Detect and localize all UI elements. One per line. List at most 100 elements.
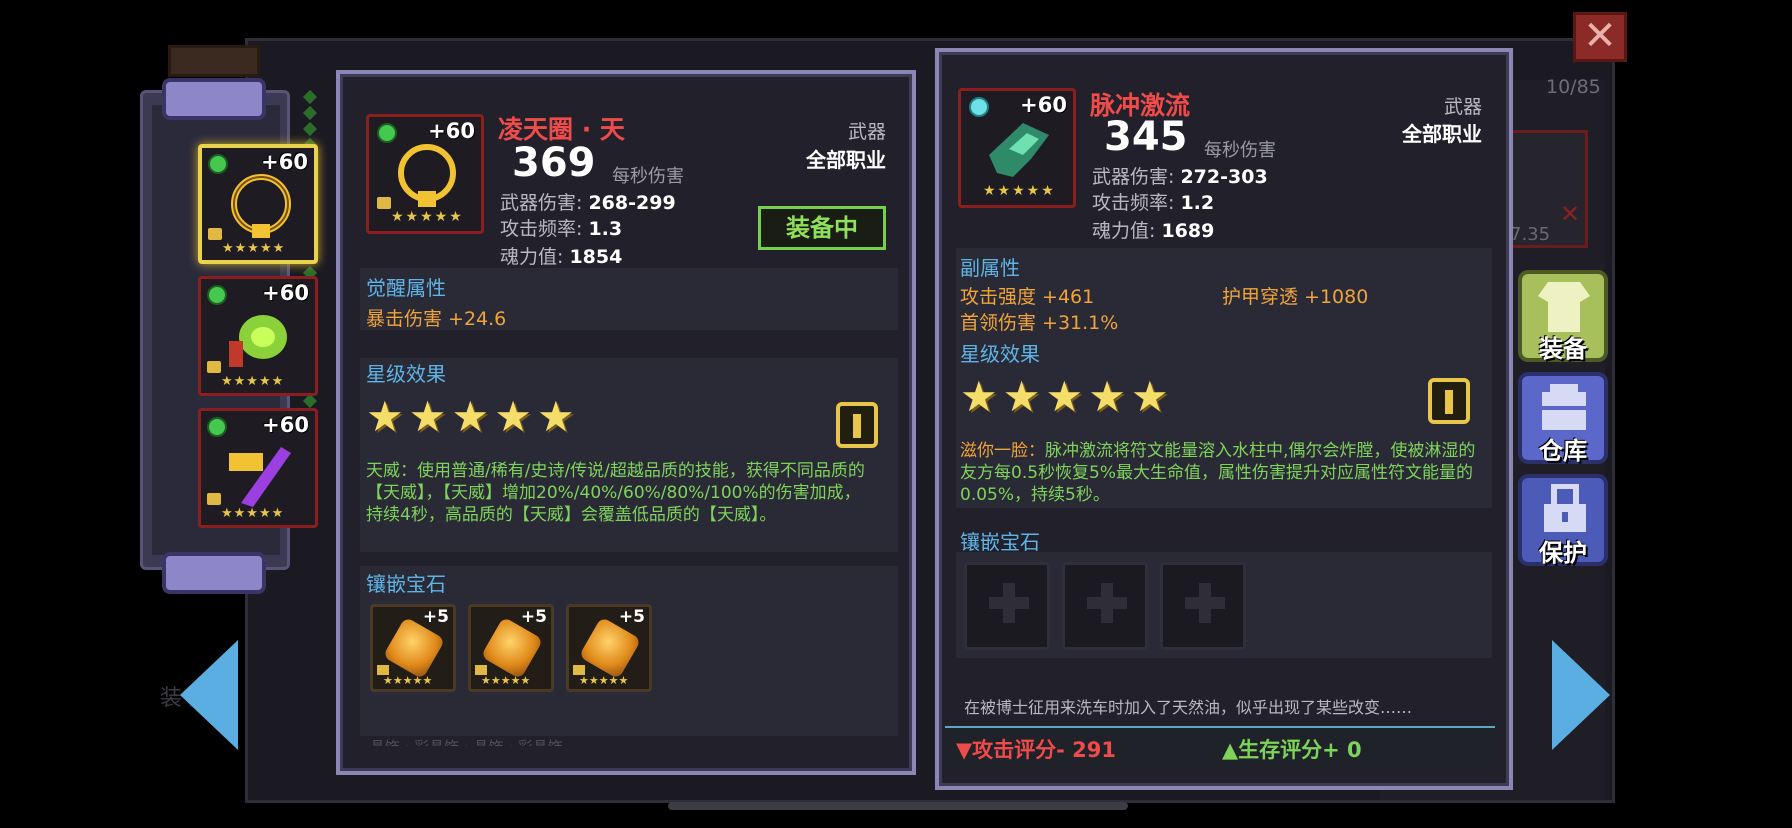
item-dps: 369 bbox=[512, 140, 596, 186]
item-stars: ★★★★★ bbox=[391, 209, 464, 225]
item-stars: ★★★★★ bbox=[983, 183, 1056, 199]
item-slot-claw[interactable]: +60 ★★★★★ bbox=[198, 276, 318, 396]
gem-stars: ★★★★★ bbox=[383, 674, 433, 687]
star-icon: ★ bbox=[494, 392, 532, 441]
quality-gem-icon bbox=[969, 97, 989, 117]
star-description: 天威：使用普通/稀有/史诗/传说/超越品质的技能，获得不同品质的【天威】，【天威… bbox=[366, 461, 865, 525]
background-item-x-icon: ✕ bbox=[1560, 200, 1581, 228]
item-slot-ring[interactable]: +60 ★★★★★ bbox=[198, 144, 318, 264]
empty-gem-slot[interactable] bbox=[964, 562, 1050, 650]
previous-arrow-icon[interactable] bbox=[180, 640, 240, 750]
gem-slot[interactable]: +5 ★★★★★ bbox=[566, 604, 652, 692]
slot-stars: ★★★★★ bbox=[221, 374, 285, 389]
star-title: 星级效果 bbox=[366, 362, 446, 386]
star-icon: ★ bbox=[366, 392, 404, 441]
stat-weapon-damage: 武器伤害: 272-303 bbox=[1092, 166, 1268, 188]
awaken-title: 觉醒属性 bbox=[366, 276, 446, 300]
sub-stat: 首领伤害 +31.1% bbox=[960, 312, 1119, 334]
star-title: 星级效果 bbox=[960, 342, 1040, 366]
survive-score: ▲生存评分+ 0 bbox=[1222, 738, 1362, 762]
stat-soul-power: 魂力值: 1854 bbox=[500, 246, 623, 268]
dps-label: 每秒伤害 bbox=[612, 166, 684, 187]
stat-attack-rate: 攻击频率: 1.3 bbox=[500, 218, 623, 240]
star-icon: ★ bbox=[1002, 372, 1041, 421]
item-slot-sword[interactable]: +60 ★★★★★ bbox=[198, 408, 318, 528]
star-description: 滋你一脸：脉冲激流将符文能量溶入水柱中,偶尔会炸膛，使被淋湿的友方每0.5秒恢复… bbox=[960, 440, 1480, 506]
lock-icon bbox=[1544, 484, 1586, 532]
lock-icon bbox=[377, 197, 391, 209]
info-icon[interactable] bbox=[1428, 378, 1470, 424]
protect-label: 保护 bbox=[1539, 539, 1587, 567]
equipped-badge: 装备中 bbox=[758, 206, 886, 250]
horizontal-scrollbar[interactable] bbox=[668, 802, 1128, 810]
dps-label: 每秒伤害 bbox=[1204, 140, 1276, 161]
gem-slot[interactable]: +5 ★★★★★ bbox=[370, 604, 456, 692]
equipped-item-icon[interactable]: +60 ★★★★★ bbox=[366, 114, 484, 234]
gem-stars: ★★★★★ bbox=[481, 674, 531, 687]
gem-level: +5 bbox=[422, 607, 449, 627]
ring-weapon-icon bbox=[398, 144, 456, 207]
sub-stat: 护甲穿透 +1080 bbox=[1222, 286, 1369, 308]
attack-score: ▼攻击评分- 291 bbox=[956, 738, 1117, 762]
awaken-stat: 暴击伤害 +24.6 bbox=[366, 308, 507, 330]
compare-item-icon[interactable]: +60 ★★★★★ bbox=[958, 88, 1076, 208]
quality-gem-icon bbox=[377, 123, 397, 143]
sub-stat: 攻击强度 +461 bbox=[960, 286, 1095, 308]
plus-icon bbox=[1185, 583, 1225, 623]
star-icon: ★ bbox=[537, 392, 575, 441]
rail-cap bbox=[168, 45, 260, 77]
gem-slot[interactable]: +5 ★★★★★ bbox=[468, 604, 554, 692]
info-icon[interactable] bbox=[836, 402, 878, 448]
stat-weapon-damage: 武器伤害: 268-299 bbox=[500, 192, 676, 214]
item-level: +60 bbox=[428, 119, 475, 143]
close-button[interactable]: ✕ bbox=[1573, 12, 1627, 62]
star-icon: ★ bbox=[1045, 372, 1084, 421]
lock-icon bbox=[208, 228, 222, 240]
gem-title: 镶嵌宝石 bbox=[960, 530, 1040, 554]
sub-attr-title: 副属性 bbox=[960, 256, 1020, 280]
cut-off-text: 晶饰 · 彩晶饰 · 晶饰 · 彩晶饰 bbox=[370, 736, 563, 746]
star-desc-prefix: 滋你一脸： bbox=[960, 441, 1045, 461]
equip-button[interactable]: 装备 bbox=[1518, 270, 1608, 363]
storage-button[interactable]: 仓库 bbox=[1518, 372, 1608, 465]
storage-box-icon bbox=[1542, 384, 1586, 430]
gem-level: +5 bbox=[618, 607, 645, 627]
protect-button[interactable]: 保护 bbox=[1518, 474, 1608, 567]
gem-stars: ★★★★★ bbox=[579, 674, 629, 687]
empty-gem-slot[interactable] bbox=[1160, 562, 1246, 650]
background-item-value: 7.35 bbox=[1510, 224, 1551, 245]
inventory-count: 10/85 bbox=[1546, 76, 1601, 98]
scroll-down-button[interactable] bbox=[162, 552, 266, 594]
storage-label: 仓库 bbox=[1539, 437, 1587, 465]
next-arrow-icon[interactable] bbox=[1550, 640, 1610, 750]
star-icon: ★ bbox=[1088, 372, 1126, 421]
gun-weapon-icon bbox=[989, 123, 1049, 177]
item-class: 全部职业 bbox=[1402, 122, 1482, 146]
plus-icon bbox=[1087, 583, 1127, 623]
stat-soul-power: 魂力值: 1689 bbox=[1092, 220, 1215, 242]
gem-title: 镶嵌宝石 bbox=[366, 572, 446, 596]
stat-attack-rate: 攻击频率: 1.2 bbox=[1092, 192, 1215, 214]
flavor-text: 在被博士征用来洗车时加入了天然油，似乎出现了某些改变…… bbox=[964, 698, 1413, 717]
star-rating: ★ ★ ★ ★ ★ bbox=[366, 392, 575, 441]
star-icon: ★ bbox=[960, 372, 998, 421]
ring-weapon-icon bbox=[231, 174, 291, 238]
scroll-up-button[interactable] bbox=[162, 78, 266, 120]
star-icon: ★ bbox=[408, 392, 447, 441]
star-icon: ★ bbox=[451, 392, 490, 441]
plus-icon bbox=[989, 583, 1029, 623]
item-type: 武器 bbox=[1443, 96, 1482, 118]
gem-level: +5 bbox=[520, 607, 547, 627]
lock-icon bbox=[207, 493, 221, 505]
empty-gem-slot[interactable] bbox=[1062, 562, 1148, 650]
slot-stars: ★★★★★ bbox=[221, 506, 285, 521]
slot-stars: ★★★★★ bbox=[222, 241, 286, 256]
item-type: 武器 bbox=[847, 121, 886, 143]
item-dps: 345 bbox=[1104, 114, 1188, 160]
equip-label: 装备 bbox=[1539, 335, 1587, 363]
item-class: 全部职业 bbox=[806, 148, 886, 172]
lock-icon bbox=[207, 361, 221, 373]
sword-weapon-icon bbox=[229, 447, 291, 507]
star-icon: ★ bbox=[1131, 372, 1169, 421]
claw-weapon-icon bbox=[229, 315, 287, 367]
